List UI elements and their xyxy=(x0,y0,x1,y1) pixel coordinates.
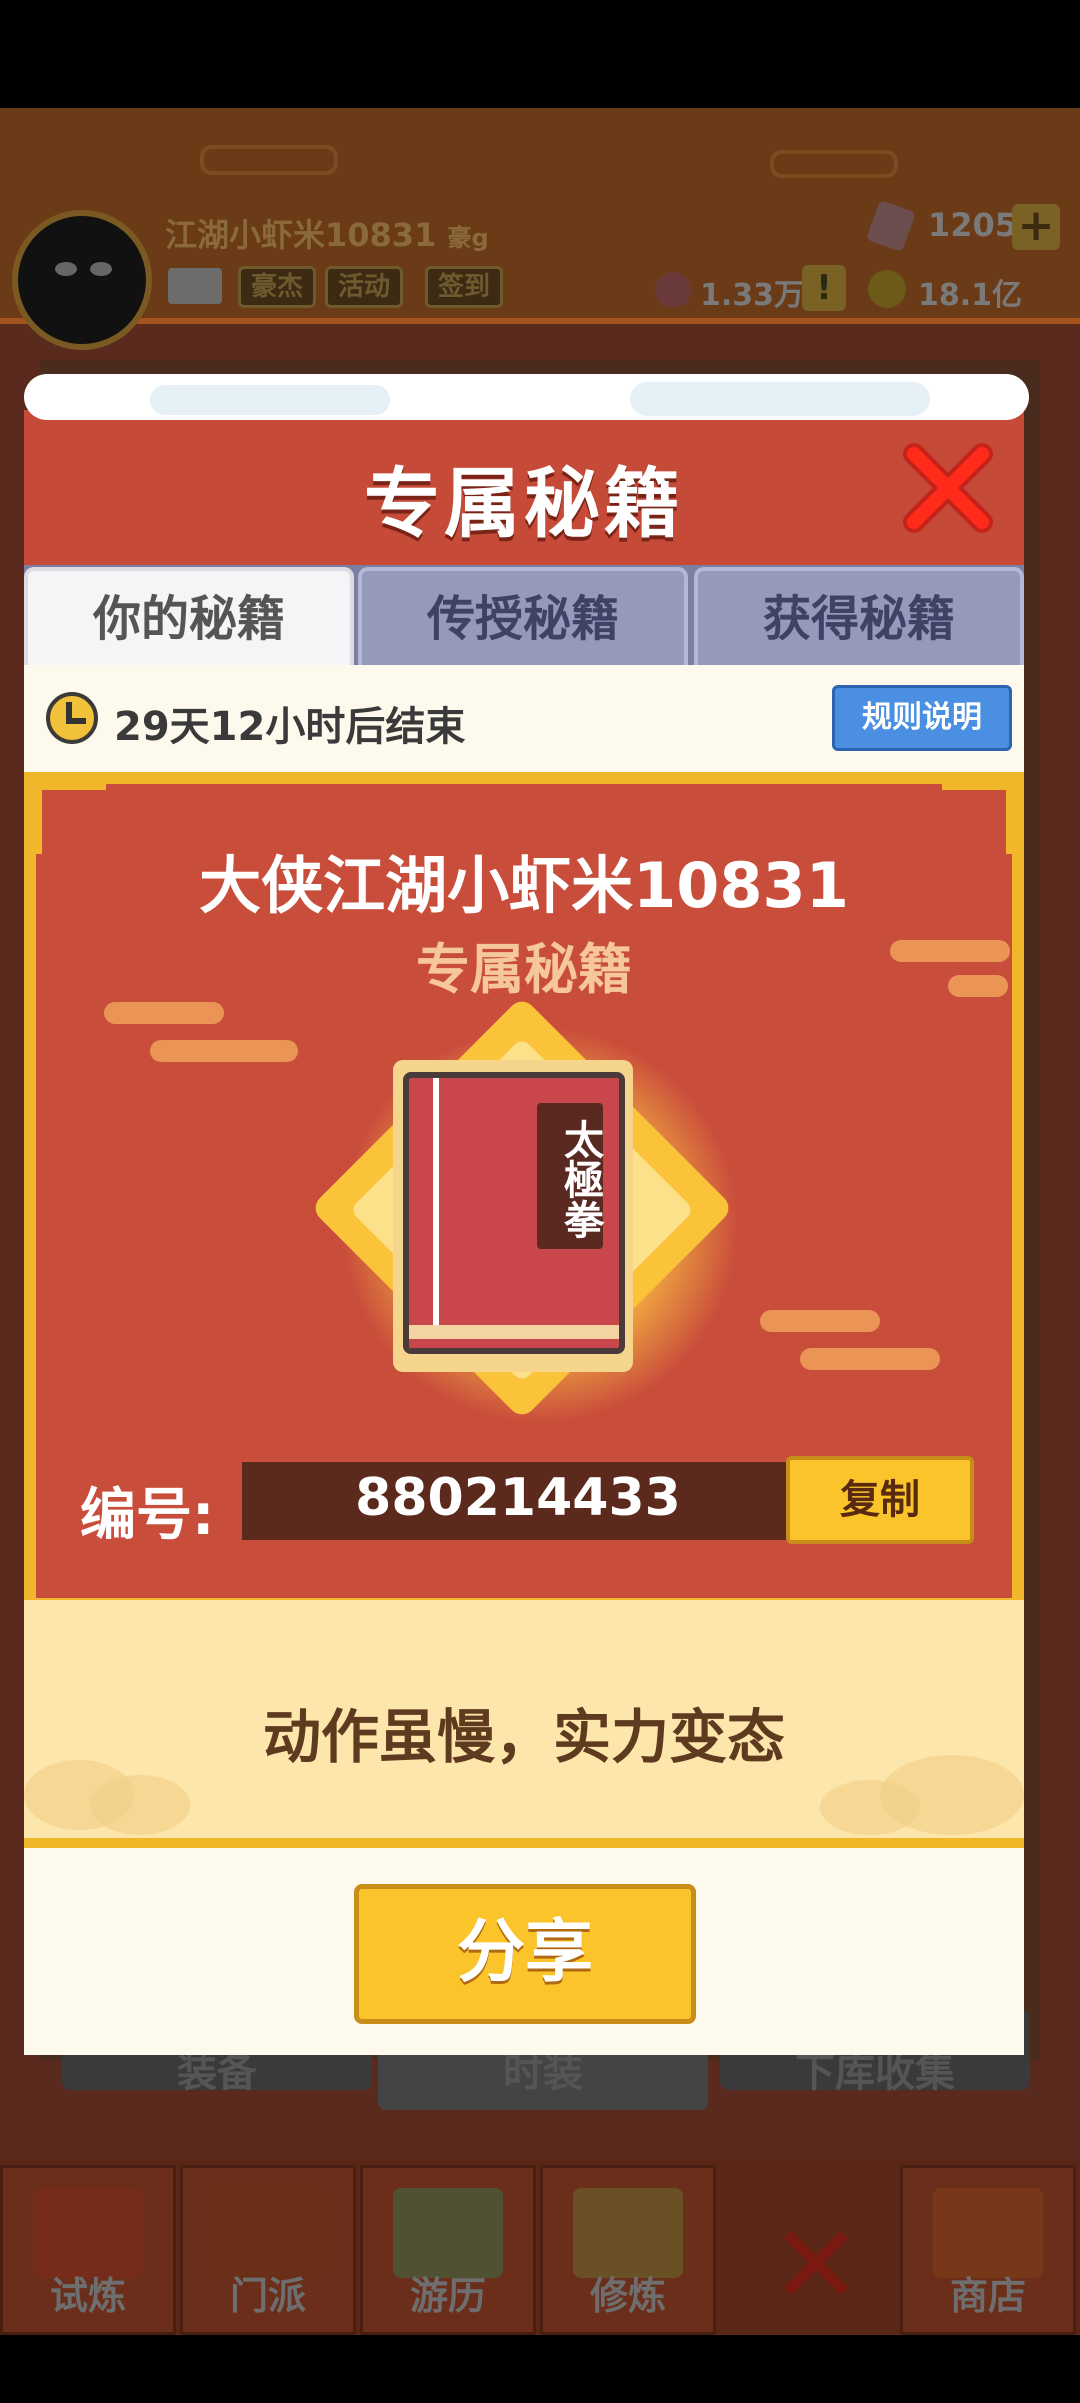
player-name-text: 江湖小虾米10831 xyxy=(165,216,437,254)
cloud-decoration xyxy=(104,1002,224,1024)
tab-obtain-secrets[interactable]: 获得秘籍 xyxy=(694,567,1024,665)
card-subtitle: 专属秘籍 xyxy=(416,938,632,1001)
book-title: 太極拳 xyxy=(537,1103,603,1249)
share-button[interactable]: 分享 xyxy=(354,1884,696,2024)
ticket-count: 1.33万 xyxy=(700,278,805,313)
top-bar-border xyxy=(0,318,1080,324)
gem-count: 1205 xyxy=(928,206,1018,244)
code-label: 编号: xyxy=(80,1483,215,1548)
ticket-alert-button[interactable]: ! xyxy=(802,265,846,311)
countdown-text: 29天12小时后结束 xyxy=(114,704,466,750)
nav-label: 游历 xyxy=(409,2274,486,2318)
haojie-button[interactable]: 豪杰 xyxy=(238,266,317,308)
slogan-text: 动作虽慢，实力变态 xyxy=(262,1703,785,1771)
gem-add-button[interactable]: + xyxy=(1012,204,1060,250)
avatar-eye xyxy=(55,262,77,276)
cloud-decoration xyxy=(820,1780,920,1835)
nav-label: 商店 xyxy=(949,2274,1026,2318)
ticket-icon xyxy=(655,272,691,308)
system-bar xyxy=(0,2335,1080,2403)
cloud-decoration xyxy=(800,1348,940,1370)
close-icon[interactable]: ✕ xyxy=(770,2210,862,2320)
copy-button[interactable]: 复制 xyxy=(786,1456,974,1544)
hero-line: 大侠江湖小虾米10831 xyxy=(199,849,849,922)
mail-icon[interactable] xyxy=(168,268,222,304)
snow-decoration xyxy=(150,385,390,415)
nav-item-cultivate[interactable]: 修炼 xyxy=(540,2165,716,2335)
rules-button[interactable]: 规则说明 xyxy=(832,685,1012,751)
coin-icon xyxy=(868,270,906,308)
sign-in-button[interactable]: 签到 xyxy=(425,266,504,308)
nav-label: 门派 xyxy=(229,2274,306,2318)
clock-hand xyxy=(66,718,86,724)
cloud-decoration xyxy=(90,1775,190,1835)
avatar-eye xyxy=(90,262,112,276)
player-name: 江湖小虾米10831 豪g xyxy=(165,210,489,256)
nav-label: 修炼 xyxy=(589,2274,666,2318)
close-icon xyxy=(903,443,993,533)
book-spine xyxy=(433,1078,439,1336)
modal-title: 专属秘籍 xyxy=(364,459,684,548)
tab-your-secrets[interactable]: 你的秘籍 xyxy=(24,567,354,665)
activity-button[interactable]: 活动 xyxy=(325,266,404,308)
player-tag: 豪g xyxy=(447,224,489,252)
coin-count: 18.1亿 xyxy=(918,278,1023,313)
tab-teach-secrets[interactable]: 传授秘籍 xyxy=(358,567,688,665)
cloud-decoration xyxy=(760,1310,880,1332)
cloud-decoration xyxy=(150,1040,298,1062)
book-pages xyxy=(409,1325,619,1339)
close-button[interactable] xyxy=(900,440,996,536)
avatar[interactable] xyxy=(12,210,152,350)
cloud-decoration xyxy=(200,145,338,175)
cloud-decoration xyxy=(770,150,898,178)
nav-label: 试炼 xyxy=(49,2274,126,2318)
slogan-border xyxy=(24,1838,1024,1848)
code-value: 880214433 xyxy=(355,1468,681,1528)
snow-decoration xyxy=(630,382,930,416)
nav-item-travel[interactable]: 游历 xyxy=(360,2165,536,2335)
nav-item-shop[interactable]: 商店 xyxy=(900,2165,1076,2335)
nav-item-trial[interactable]: 试炼 xyxy=(0,2165,176,2335)
nav-item-sect[interactable]: 门派 xyxy=(180,2165,356,2335)
